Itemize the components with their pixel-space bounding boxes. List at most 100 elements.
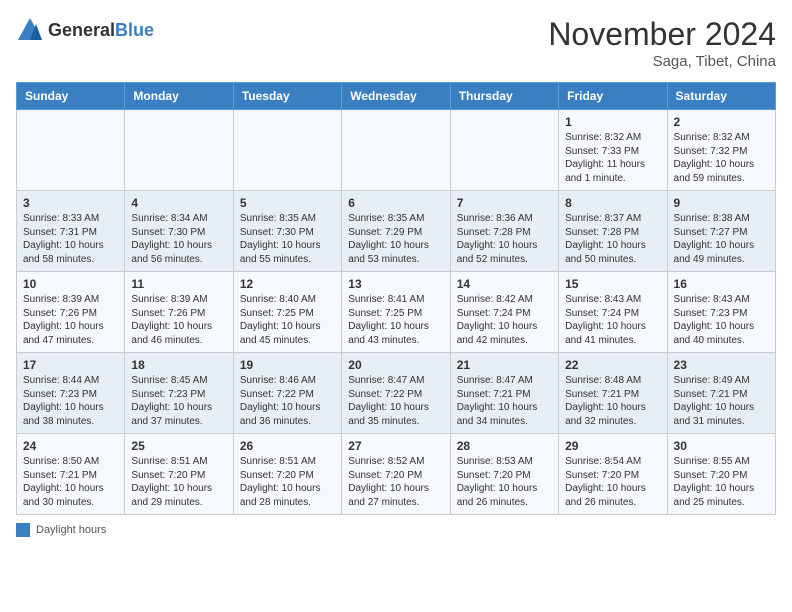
day-info: Sunrise: 8:49 AM Sunset: 7:21 PM Dayligh… — [674, 374, 769, 428]
day-info: Sunrise: 8:43 AM Sunset: 7:23 PM Dayligh… — [674, 293, 769, 347]
day-info: Sunrise: 8:35 AM Sunset: 7:29 PM Dayligh… — [348, 212, 443, 266]
calendar-day-cell: 2Sunrise: 8:32 AM Sunset: 7:32 PM Daylig… — [667, 110, 775, 191]
calendar-day-cell: 24 Sunrise: 8:50 AM Sunset: 7:21 PM Dayli… — [17, 434, 125, 515]
day-info: Sunrise: 8:47 AM Sunset: 7:21 PM Dayligh… — [457, 374, 552, 428]
calendar-day-cell — [450, 110, 558, 191]
calendar-day-cell: 14Sunrise: 8:42 AM Sunset: 7:24 PM Dayli… — [450, 272, 558, 353]
calendar-week-row: 3 Sunrise: 8:33 AM Sunset: 7:31 PM Daylig… — [17, 191, 776, 272]
day-number: 10 — [23, 277, 118, 291]
calendar-day-cell: 10 Sunrise: 8:39 AM Sunset: 7:26 PM Dayli… — [17, 272, 125, 353]
logo-icon — [16, 16, 44, 44]
calendar-day-cell: 9Sunrise: 8:38 AM Sunset: 7:27 PM Daylig… — [667, 191, 775, 272]
calendar-day-cell: 3 Sunrise: 8:33 AM Sunset: 7:31 PM Daylig… — [17, 191, 125, 272]
day-info: Sunrise: 8:48 AM Sunset: 7:21 PM Dayligh… — [565, 374, 660, 428]
calendar-day-cell: 22 Sunrise: 8:48 AM Sunset: 7:21 PM Dayli… — [559, 353, 667, 434]
day-info: Sunrise: 8:47 AM Sunset: 7:22 PM Dayligh… — [348, 374, 443, 428]
day-number: 3 — [23, 196, 118, 210]
weekday-header: Monday — [125, 83, 233, 110]
calendar-day-cell — [233, 110, 341, 191]
day-number: 23 — [674, 358, 769, 372]
day-number: 29 — [565, 439, 660, 453]
calendar-week-row: 17 Sunrise: 8:44 AM Sunset: 7:23 PM Dayli… — [17, 353, 776, 434]
title-block: November 2024 Saga, Tibet, China — [548, 16, 776, 70]
logo-text-general: General — [48, 20, 115, 40]
day-info: Sunrise: 8:37 AM Sunset: 7:28 PM Dayligh… — [565, 212, 660, 266]
calendar-day-cell: 12 Sunrise: 8:40 AM Sunset: 7:25 PM Dayli… — [233, 272, 341, 353]
legend: Daylight hours — [16, 523, 776, 537]
day-number: 17 — [23, 358, 118, 372]
day-number: 5 — [240, 196, 335, 210]
calendar-day-cell: 7 Sunrise: 8:36 AM Sunset: 7:28 PM Daylig… — [450, 191, 558, 272]
day-number: 21 — [457, 358, 552, 372]
day-info: Sunrise: 8:33 AM Sunset: 7:31 PM Dayligh… — [23, 212, 118, 266]
calendar-day-cell: 8Sunrise: 8:37 AM Sunset: 7:28 PM Daylig… — [559, 191, 667, 272]
day-info: Sunrise: 8:41 AM Sunset: 7:25 PM Dayligh… — [348, 293, 443, 347]
day-info: Sunrise: 8:36 AM Sunset: 7:28 PM Dayligh… — [457, 212, 552, 266]
day-number: 7 — [457, 196, 552, 210]
day-number: 25 — [131, 439, 226, 453]
day-info: Sunrise: 8:52 AM Sunset: 7:20 PM Dayligh… — [348, 455, 443, 509]
day-info: Sunrise: 8:50 AM Sunset: 7:21 PM Dayligh… — [23, 455, 118, 509]
weekday-header: Wednesday — [342, 83, 450, 110]
calendar-day-cell: 15Sunrise: 8:43 AM Sunset: 7:24 PM Dayli… — [559, 272, 667, 353]
day-info: Sunrise: 8:32 AM Sunset: 7:33 PM Dayligh… — [565, 131, 660, 185]
day-info: Sunrise: 8:35 AM Sunset: 7:30 PM Dayligh… — [240, 212, 335, 266]
calendar-day-cell: 29 Sunrise: 8:54 AM Sunset: 7:20 PM Dayli… — [559, 434, 667, 515]
day-info: Sunrise: 8:53 AM Sunset: 7:20 PM Dayligh… — [457, 455, 552, 509]
day-info: Sunrise: 8:43 AM Sunset: 7:24 PM Dayligh… — [565, 293, 660, 347]
day-info: Sunrise: 8:39 AM Sunset: 7:26 PM Dayligh… — [23, 293, 118, 347]
calendar-day-cell: 4Sunrise: 8:34 AM Sunset: 7:30 PM Daylig… — [125, 191, 233, 272]
calendar-day-cell: 21 Sunrise: 8:47 AM Sunset: 7:21 PM Dayli… — [450, 353, 558, 434]
day-info: Sunrise: 8:51 AM Sunset: 7:20 PM Dayligh… — [240, 455, 335, 509]
day-number: 19 — [240, 358, 335, 372]
month-title: November 2024 — [548, 16, 776, 53]
day-info: Sunrise: 8:55 AM Sunset: 7:20 PM Dayligh… — [674, 455, 769, 509]
calendar-day-cell — [125, 110, 233, 191]
calendar-day-cell: 17 Sunrise: 8:44 AM Sunset: 7:23 PM Dayli… — [17, 353, 125, 434]
calendar-day-cell — [17, 110, 125, 191]
legend-color-box — [16, 523, 30, 537]
day-number: 30 — [674, 439, 769, 453]
day-info: Sunrise: 8:39 AM Sunset: 7:26 PM Dayligh… — [131, 293, 226, 347]
day-info: Sunrise: 8:54 AM Sunset: 7:20 PM Dayligh… — [565, 455, 660, 509]
day-info: Sunrise: 8:40 AM Sunset: 7:25 PM Dayligh… — [240, 293, 335, 347]
day-number: 6 — [348, 196, 443, 210]
day-number: 22 — [565, 358, 660, 372]
day-number: 24 — [23, 439, 118, 453]
day-number: 1 — [565, 115, 660, 129]
logo: GeneralBlue — [16, 16, 154, 44]
day-number: 18 — [131, 358, 226, 372]
day-info: Sunrise: 8:38 AM Sunset: 7:27 PM Dayligh… — [674, 212, 769, 266]
location-subtitle: Saga, Tibet, China — [548, 53, 776, 70]
calendar-day-cell: 25 Sunrise: 8:51 AM Sunset: 7:20 PM Dayli… — [125, 434, 233, 515]
day-number: 13 — [348, 277, 443, 291]
calendar-day-cell: 6 Sunrise: 8:35 AM Sunset: 7:29 PM Daylig… — [342, 191, 450, 272]
day-number: 12 — [240, 277, 335, 291]
calendar-day-cell: 18 Sunrise: 8:45 AM Sunset: 7:23 PM Dayli… — [125, 353, 233, 434]
weekday-header: Tuesday — [233, 83, 341, 110]
page-header: GeneralBlue November 2024 Saga, Tibet, C… — [16, 16, 776, 70]
calendar-day-cell: 13 Sunrise: 8:41 AM Sunset: 7:25 PM Dayli… — [342, 272, 450, 353]
calendar-week-row: 24 Sunrise: 8:50 AM Sunset: 7:21 PM Dayli… — [17, 434, 776, 515]
calendar-day-cell — [342, 110, 450, 191]
weekday-header: Friday — [559, 83, 667, 110]
calendar-day-cell: 1 Sunrise: 8:32 AM Sunset: 7:33 PM Daylig… — [559, 110, 667, 191]
calendar-table: SundayMondayTuesdayWednesdayThursdayFrid… — [16, 82, 776, 515]
calendar-day-cell: 30 Sunrise: 8:55 AM Sunset: 7:20 PM Dayli… — [667, 434, 775, 515]
day-info: Sunrise: 8:46 AM Sunset: 7:22 PM Dayligh… — [240, 374, 335, 428]
day-number: 2 — [674, 115, 769, 129]
day-number: 27 — [348, 439, 443, 453]
day-info: Sunrise: 8:45 AM Sunset: 7:23 PM Dayligh… — [131, 374, 226, 428]
calendar-day-cell: 19 Sunrise: 8:46 AM Sunset: 7:22 PM Dayli… — [233, 353, 341, 434]
day-info: Sunrise: 8:51 AM Sunset: 7:20 PM Dayligh… — [131, 455, 226, 509]
weekday-header: Thursday — [450, 83, 558, 110]
calendar-day-cell: 23 Sunrise: 8:49 AM Sunset: 7:21 PM Dayli… — [667, 353, 775, 434]
day-info: Sunrise: 8:44 AM Sunset: 7:23 PM Dayligh… — [23, 374, 118, 428]
weekday-header: Sunday — [17, 83, 125, 110]
day-number: 4 — [131, 196, 226, 210]
calendar-day-cell: 16Sunrise: 8:43 AM Sunset: 7:23 PM Dayli… — [667, 272, 775, 353]
calendar-day-cell: 26Sunrise: 8:51 AM Sunset: 7:20 PM Dayli… — [233, 434, 341, 515]
day-number: 20 — [348, 358, 443, 372]
calendar-day-cell: 28Sunrise: 8:53 AM Sunset: 7:20 PM Dayli… — [450, 434, 558, 515]
day-number: 11 — [131, 277, 226, 291]
